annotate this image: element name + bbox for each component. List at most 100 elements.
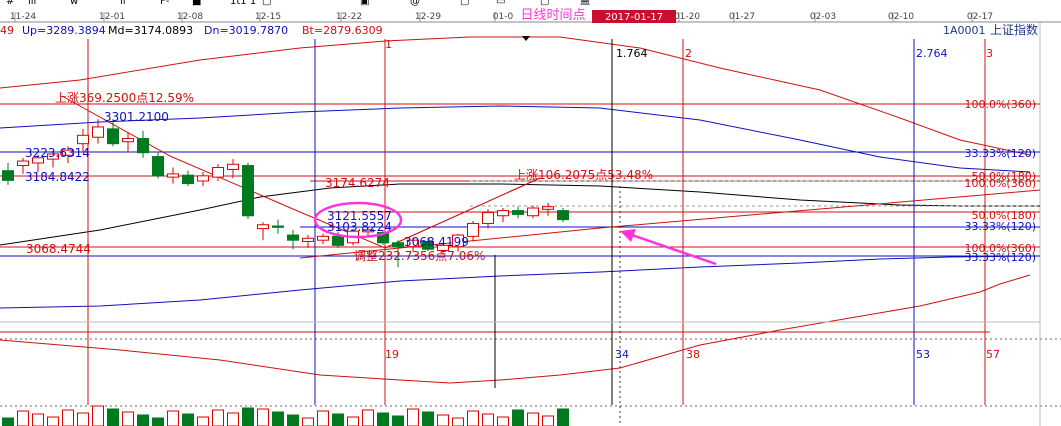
mid-lower-band: [0, 255, 1041, 309]
candle-body: [317, 235, 329, 241]
info-dn: Dn=3019.7870: [204, 24, 288, 37]
toolbar-glyph: 盖: [580, 0, 590, 7]
candle-body: [257, 224, 269, 230]
candle-body: [137, 138, 149, 154]
candle-body: [122, 138, 134, 143]
horizontal-levels: [0, 103, 1041, 333]
toolbar-glyph: lil: [28, 0, 36, 7]
info-name: 上证指数: [990, 22, 1038, 37]
candle-body: [242, 165, 254, 217]
volume-bar: [422, 411, 434, 426]
date-axis-label: 01-0: [493, 12, 514, 22]
candle-body: [2, 170, 14, 181]
toolbar-glyph: ▢: [262, 0, 271, 7]
volume-bar: [227, 412, 239, 426]
date-axis-label: 12-15: [255, 12, 281, 22]
candle-body: [92, 126, 104, 138]
toolbar-glyph: ▢: [540, 0, 549, 7]
time-label: 1.764: [616, 47, 648, 60]
grid-layer: [0, 22, 1061, 426]
header-area: # lil w ıl F- ■ 1t1 1 ▢ ▣ @ ▢ ▭ ▢ 盖 11-24 12-01 12-08 12-…: [0, 0, 1061, 37]
volume-bar: [452, 417, 464, 426]
date-axis-label: 01-27: [729, 12, 755, 22]
chart-window: 上涨369.2500点12.59% 3301.2100 3223.6314 3184.…: [0, 0, 1061, 426]
volume-bar: [302, 417, 314, 426]
price-label: 上涨106.2075点53.48%: [514, 167, 653, 182]
toolbar-glyph: 1t1 1: [230, 0, 256, 7]
volume-bar: [272, 411, 284, 426]
volume-bar: [2, 417, 14, 426]
date-axis-label: 12-08: [177, 12, 203, 22]
price-label: 3068.4199: [404, 235, 469, 249]
time-label: 34: [615, 348, 629, 361]
volume-bar: [167, 410, 179, 426]
volume-bar: [212, 409, 224, 426]
time-label: 2.764: [916, 47, 948, 60]
volume-bar: [182, 413, 194, 426]
candle-body: [467, 222, 479, 237]
time-label: 3: [986, 47, 993, 60]
fib-label: 33.33%(120): [964, 147, 1036, 160]
volume-bar: [362, 409, 374, 426]
volume-bar: [62, 409, 74, 426]
arrow-shaft: [631, 233, 717, 266]
candle-body: [557, 210, 569, 221]
fib-label: 100.0%(360): [964, 98, 1036, 111]
candle-body: [182, 174, 194, 185]
toolbar-glyph: ıl: [120, 0, 126, 7]
volume-bar: [557, 408, 569, 426]
volume-bar: [77, 412, 89, 426]
price-label: 调整232.7356点7.06%: [354, 248, 485, 263]
volume-bar: [152, 417, 164, 426]
candle-body: [272, 225, 284, 228]
volume-bar: [392, 415, 404, 426]
volume-bar: [137, 414, 149, 426]
price-label: 3223.6314: [25, 146, 90, 160]
volume-bar: [47, 416, 59, 426]
volume-bar: [332, 413, 344, 426]
candle-body: [332, 235, 344, 246]
time-label: 38: [686, 348, 700, 361]
candle-body: [17, 160, 29, 167]
volume-bar: [257, 408, 269, 426]
volume-bar: [407, 408, 419, 426]
price-label: 3184.8422: [25, 170, 90, 184]
candle-body: [77, 134, 89, 145]
volume-bar: [377, 412, 389, 426]
toolbar-glyph: w: [70, 0, 78, 7]
toolbar-glyph: ▢: [460, 0, 469, 7]
candle-body: [152, 156, 164, 177]
price-label: 3103.8224: [327, 220, 392, 234]
time-label: 53: [916, 348, 930, 361]
time-label: 2: [685, 47, 692, 60]
date-axis-label: 02-10: [888, 12, 914, 22]
date-axis-label: 12-01: [99, 12, 125, 22]
candle-body: [212, 166, 224, 178]
price-label: 3301.2100: [104, 110, 169, 124]
fib-label: 33.33%(120): [964, 251, 1036, 264]
candle-body: [302, 237, 314, 242]
volume-bar: [287, 414, 299, 426]
volume-bar: [107, 408, 119, 426]
fib-label: 100.0%(360): [964, 177, 1036, 190]
date-axis-label: 11-24: [10, 12, 36, 22]
info-bt: Bt=2879.6309: [302, 24, 383, 37]
candle-body: [107, 128, 119, 145]
candles: [2, 119, 569, 426]
volume-bar: [242, 407, 254, 426]
volume-bar: [197, 416, 209, 426]
fib-label: 33.33%(120): [964, 220, 1036, 233]
time-label: 19: [385, 348, 399, 361]
volume-bar: [347, 416, 359, 426]
volume-bar: [17, 410, 29, 426]
toolbar-glyph: @: [410, 0, 420, 7]
candle-body: [542, 206, 554, 210]
candle-body: [497, 210, 509, 217]
info-md: Md=3174.0893: [108, 24, 193, 37]
volume-bar: [542, 415, 554, 426]
candle-body: [527, 207, 539, 217]
price-label: 3068.4744: [26, 242, 91, 256]
kline-chart[interactable]: 上涨369.2500点12.59% 3301.2100 3223.6314 3184.…: [0, 0, 1061, 426]
candle-body: [167, 173, 179, 178]
volume-bar: [317, 410, 329, 426]
